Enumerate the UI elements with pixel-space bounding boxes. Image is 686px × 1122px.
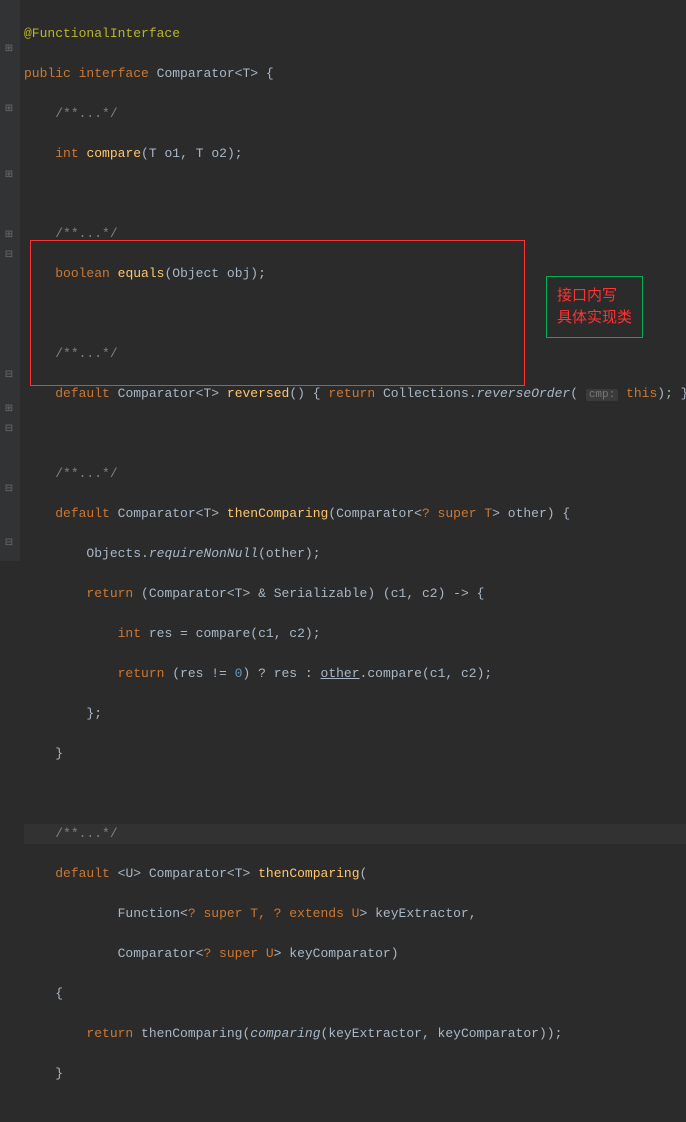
var-ref: res <box>274 666 297 681</box>
arg: keyExtractor <box>328 1026 422 1041</box>
fold-minus-icon[interactable]: ⊟ <box>3 538 15 550</box>
keyword-default: default <box>55 506 110 521</box>
lambda-param: c2 <box>422 586 438 601</box>
keyword-return: return <box>328 386 375 401</box>
gutter: ⊞ ⊞ ⊞ ⊞ ⊟ ⊟ ⊞ ⊟ ⊟ ⊟ <box>0 0 20 561</box>
cast-type: Serializable <box>274 586 368 601</box>
number-literal: 0 <box>235 666 243 681</box>
wildcard: ? super T, ? extends U <box>188 906 360 921</box>
var-name: res <box>149 626 172 641</box>
fold-minus-icon[interactable]: ⊟ <box>3 250 15 262</box>
param-type: T <box>149 146 157 161</box>
keyword-int: int <box>55 146 78 161</box>
fold-icon[interactable]: ⊞ <box>3 44 15 56</box>
fold-minus-icon[interactable]: ⊟ <box>3 424 15 436</box>
generic-param: T <box>242 66 250 81</box>
folded-comment[interactable]: /**...*/ <box>55 106 117 121</box>
param-type: Comparator <box>336 506 414 521</box>
folded-comment[interactable]: /**...*/ <box>55 346 117 361</box>
code-editor: ⊞ ⊞ ⊞ ⊞ ⊟ ⊟ ⊞ ⊟ ⊟ ⊟ @FunctionalInterface… <box>0 0 686 561</box>
method-call: reverseOrder <box>477 386 571 401</box>
method-call: thenComparing <box>141 1026 242 1041</box>
arg: other <box>266 546 305 561</box>
var-ref: other <box>321 666 360 681</box>
keyword-return: return <box>86 586 133 601</box>
method-call: compare <box>367 666 422 681</box>
wildcard: ? super U <box>203 946 273 961</box>
fold-minus-icon[interactable]: ⊟ <box>3 484 15 496</box>
param-name: keyComparator <box>289 946 390 961</box>
keyword-default: default <box>55 386 110 401</box>
folded-comment[interactable]: /**...*/ <box>55 826 117 841</box>
annotation: @FunctionalInterface <box>24 26 180 41</box>
keyword-boolean: boolean <box>55 266 110 281</box>
method-name: compare <box>86 146 141 161</box>
lambda-param: c1 <box>391 586 407 601</box>
cast-type: Comparator <box>149 586 227 601</box>
fold-icon[interactable]: ⊞ <box>3 404 15 416</box>
keyword-int: int <box>118 626 141 641</box>
type-name: Comparator <box>118 386 196 401</box>
class-ref: Objects <box>86 546 141 561</box>
wildcard: ? super T <box>422 506 492 521</box>
arg: keyComparator <box>438 1026 539 1041</box>
generic-param: U <box>125 866 133 881</box>
fold-icon[interactable]: ⊞ <box>3 230 15 242</box>
var-ref: res <box>180 666 203 681</box>
folded-comment[interactable]: /**...*/ <box>55 226 117 241</box>
annotation-text-line1: 接口内写 <box>557 287 617 304</box>
annotation-green-box: 接口内写 具体实现类 <box>546 276 643 338</box>
method-name: equals <box>118 266 165 281</box>
param-type: Comparator <box>118 946 196 961</box>
folded-comment[interactable]: /**...*/ <box>55 466 117 481</box>
fold-icon[interactable]: ⊞ <box>3 104 15 116</box>
param-name: o1 <box>164 146 180 161</box>
keyword-interface: interface <box>79 66 149 81</box>
param-hint: cmp: <box>586 389 618 401</box>
param-name: other <box>508 506 547 521</box>
fold-icon[interactable]: ⊞ <box>3 170 15 182</box>
keyword-this: this <box>626 386 657 401</box>
fold-minus-icon[interactable]: ⊟ <box>3 370 15 382</box>
arg: c2 <box>289 626 305 641</box>
param-name: o2 <box>211 146 227 161</box>
generic-param: T <box>235 586 243 601</box>
keyword-public: public <box>24 66 71 81</box>
arg: c1 <box>430 666 446 681</box>
type-name: Comparator <box>149 866 227 881</box>
generic-param: T <box>203 506 211 521</box>
param-name: keyExtractor <box>375 906 469 921</box>
keyword-return: return <box>118 666 165 681</box>
keyword-return: return <box>86 1026 133 1041</box>
code-area[interactable]: @FunctionalInterface public interface Co… <box>20 0 686 561</box>
class-ref: Collections <box>383 386 469 401</box>
method-call: requireNonNull <box>149 546 258 561</box>
method-call: comparing <box>250 1026 320 1041</box>
method-name: thenComparing <box>258 866 359 881</box>
param-type: Function <box>118 906 180 921</box>
param-type: Object <box>172 266 219 281</box>
method-name: thenComparing <box>227 506 328 521</box>
arg: c1 <box>258 626 274 641</box>
generic-param: T <box>203 386 211 401</box>
method-call: compare <box>196 626 251 641</box>
type-name: Comparator <box>118 506 196 521</box>
arg: c2 <box>461 666 477 681</box>
annotation-text-line2: 具体实现类 <box>557 309 632 326</box>
param-type: T <box>196 146 204 161</box>
generic-param: T <box>235 866 243 881</box>
param-name: obj <box>227 266 250 281</box>
method-name: reversed <box>227 386 289 401</box>
type-name: Comparator <box>157 66 235 81</box>
keyword-default: default <box>55 866 110 881</box>
